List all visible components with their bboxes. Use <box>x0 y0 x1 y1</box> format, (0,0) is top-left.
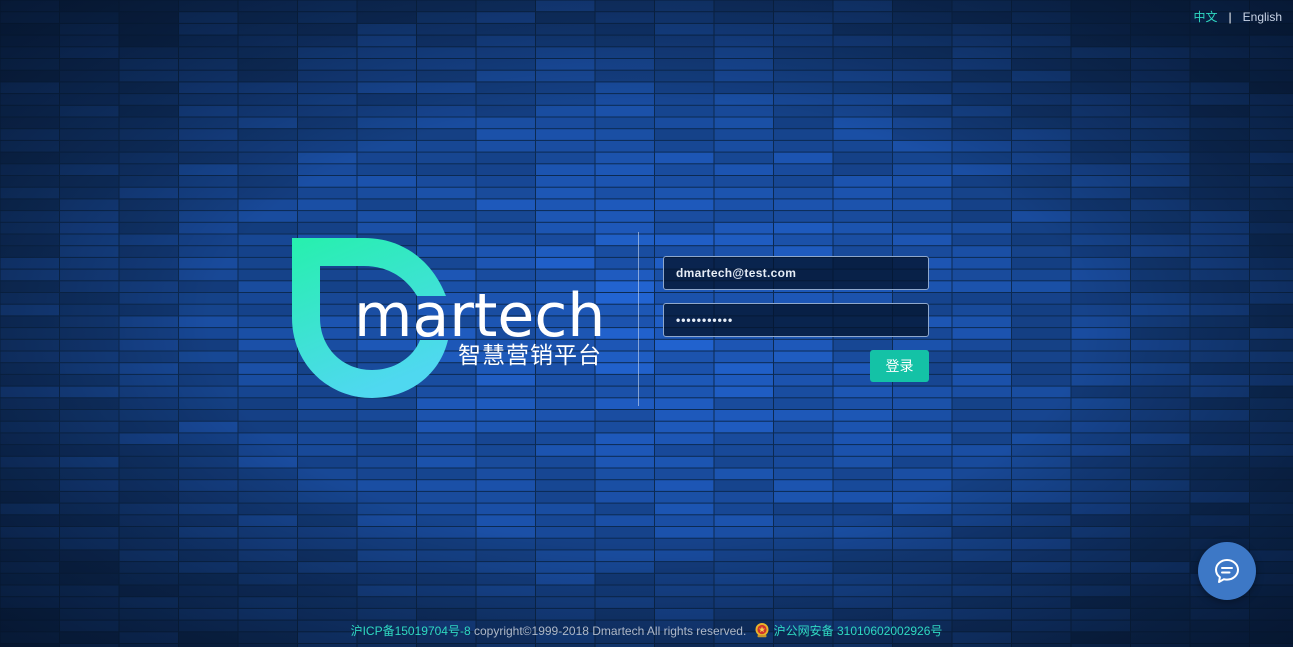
lang-separator: | <box>1228 9 1232 24</box>
chat-bubble-icon <box>1215 559 1239 583</box>
login-button[interactable]: 登录 <box>870 350 929 382</box>
vertical-divider <box>638 232 639 406</box>
password-input[interactable] <box>663 303 929 337</box>
lang-english-link[interactable]: English <box>1243 10 1282 24</box>
login-form: 登录 <box>663 256 929 382</box>
footer: 沪ICP备15019704号-8 copyright©1999-2018 Dma… <box>0 622 1293 639</box>
lang-chinese-link[interactable]: 中文 <box>1194 8 1218 25</box>
public-security-record-link[interactable]: 沪公网安备 31010602002926号 <box>774 624 943 638</box>
background-mosaic <box>0 0 1293 647</box>
logo-brand-text: martech <box>354 281 605 351</box>
logo-tagline-text: 智慧营销平台 <box>458 343 602 369</box>
icp-record-link[interactable]: 沪ICP备15019704号-8 <box>351 624 471 638</box>
police-badge-icon <box>755 623 769 638</box>
email-input[interactable] <box>663 256 929 290</box>
chat-button[interactable] <box>1198 542 1256 600</box>
dmartech-logo: martech 智慧营销平台 <box>292 238 605 398</box>
copyright-text: copyright©1999-2018 Dmartech All rights … <box>470 624 750 638</box>
language-switch: 中文 | English <box>1194 8 1283 25</box>
